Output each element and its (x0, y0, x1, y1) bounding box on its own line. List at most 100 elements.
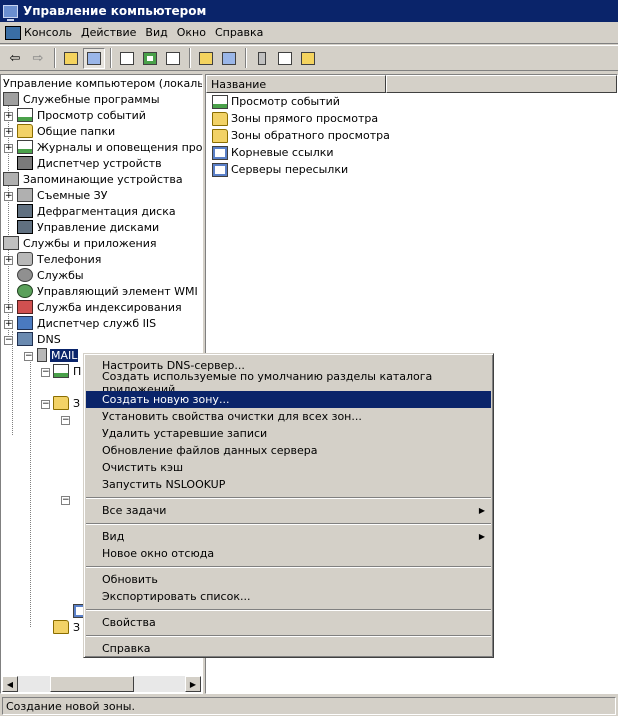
tree-item-child[interactable]: З (53, 395, 81, 411)
computer-management-icon (3, 4, 18, 21)
menu-item-export[interactable]: Экспортировать список... (86, 588, 491, 605)
tree-item-event-viewer[interactable]: Просмотр событий (17, 107, 147, 123)
tree-item-storage[interactable]: Запоминающие устройства (3, 171, 184, 187)
tree-horizontal-scrollbar[interactable]: ◀ ▶ (2, 676, 201, 692)
back-button[interactable]: ⇦ (4, 48, 26, 69)
tree-item-disk-management[interactable]: Управление дисками (17, 219, 160, 235)
refresh-icon (143, 51, 157, 65)
column-header-empty[interactable] (386, 75, 617, 93)
menu-item-scavenging[interactable]: Установить свойства очистки для всех зон… (86, 408, 491, 425)
menu-help[interactable]: Справка (212, 23, 269, 43)
list-item-label: Зоны прямого просмотра (231, 112, 379, 125)
menu-view[interactable]: Вид (142, 23, 173, 43)
menu-item-scavenge-stale[interactable]: Удалить устаревшие записи (86, 425, 491, 442)
list-item[interactable]: Корневые ссылки (206, 144, 617, 161)
tree-item-shared-folders[interactable]: Общие папки (17, 123, 116, 139)
tree-item-system-tools[interactable]: Служебные программы (3, 91, 161, 107)
folder-button[interactable] (297, 48, 319, 69)
forward-arrow-icon: ⇨ (32, 50, 44, 66)
show-tree-button[interactable] (83, 47, 105, 69)
tree-item-wmi[interactable]: Управляющий элемент WMI (17, 283, 199, 299)
tree-item-removable[interactable]: Съемные ЗУ (17, 187, 108, 203)
expand-toggle[interactable]: + (4, 144, 13, 153)
tree-item-child[interactable]: З (53, 619, 81, 635)
collapse-toggle[interactable]: − (41, 368, 50, 377)
action-pane-button[interactable] (218, 48, 240, 69)
scroll-thumb[interactable] (50, 676, 134, 692)
scroll-right-button[interactable]: ▶ (185, 676, 201, 692)
list-item[interactable]: Серверы пересылки (206, 161, 617, 178)
menu-console[interactable]: Консоль (2, 23, 78, 43)
toolbar: ⇦ ⇨ (0, 45, 618, 71)
tree-item-defrag[interactable]: Дефрагментация диска (17, 203, 177, 219)
tree-item-dns[interactable]: DNS (17, 331, 62, 347)
menu-item-refresh[interactable]: Обновить (86, 571, 491, 588)
dns-record-icon (212, 162, 228, 177)
expand-toggle[interactable]: + (4, 112, 13, 121)
menu-item-all-tasks[interactable]: Все задачи ▶ (86, 502, 491, 519)
collapse-toggle[interactable]: − (61, 496, 70, 505)
server-icon (258, 51, 266, 65)
tree-item-device-manager[interactable]: Диспетчер устройств (17, 155, 163, 171)
menu-item-view[interactable]: Вид ▶ (86, 528, 491, 545)
up-level-button[interactable] (60, 48, 82, 69)
menu-action[interactable]: Действие (78, 23, 142, 43)
scroll-left-button[interactable]: ◀ (2, 676, 18, 692)
context-menu: Настроить DNS-сервер... Создать использу… (83, 353, 494, 658)
collapse-toggle[interactable]: − (41, 400, 50, 409)
tree-item-indexing[interactable]: Служба индексирования (17, 299, 183, 315)
tree-label: З (73, 620, 81, 634)
system-tools-icon (3, 92, 19, 106)
help-button[interactable] (195, 48, 217, 69)
list-item[interactable]: Зоны прямого просмотра (206, 110, 617, 127)
collapse-toggle[interactable]: − (24, 352, 33, 361)
list-button[interactable] (274, 48, 296, 69)
list-icon (278, 51, 292, 65)
list-item-label: Зоны обратного просмотра (231, 129, 390, 142)
folder-icon (53, 620, 69, 634)
expand-toggle[interactable]: + (4, 192, 13, 201)
column-header-name[interactable]: Название (206, 75, 386, 93)
server-button[interactable] (251, 48, 273, 69)
list-item[interactable]: Просмотр событий (206, 93, 617, 110)
menu-item-new-zone[interactable]: Создать новую зону... (86, 391, 491, 408)
menu-item-create-partitions[interactable]: Создать используемые по умолчанию раздел… (86, 370, 491, 396)
dns-record-icon (212, 145, 228, 160)
tree-item-telephony[interactable]: Телефония (17, 251, 102, 267)
expand-toggle[interactable]: + (4, 256, 13, 265)
menu-item-label: Обновить (102, 573, 158, 586)
arrow-left-icon: ◀ (6, 679, 14, 689)
menu-item-clear-cache[interactable]: Очистить кэш (86, 459, 491, 476)
scroll-track[interactable] (18, 676, 185, 692)
refresh-button[interactable] (139, 48, 161, 69)
tree-item-logs-alerts[interactable]: Журналы и оповещения производительности (17, 139, 202, 155)
list-item[interactable]: Зоны обратного просмотра (206, 127, 617, 144)
list-header: Название (206, 75, 617, 93)
expand-toggle[interactable]: + (4, 128, 13, 137)
export-list-button[interactable] (162, 48, 184, 69)
tree-item-child[interactable]: П (53, 363, 82, 379)
menu-item-help[interactable]: Справка (86, 640, 491, 657)
collapse-toggle[interactable]: − (4, 336, 13, 345)
folder-icon (212, 128, 228, 143)
tree-label: Общие папки (37, 124, 116, 138)
menu-item-update-files[interactable]: Обновление файлов данных сервера (86, 442, 491, 459)
tree-item-services[interactable]: Службы (17, 267, 85, 283)
menu-window[interactable]: Окно (174, 23, 212, 43)
tree-item-services-apps[interactable]: Службы и приложения (3, 235, 157, 251)
expand-toggle[interactable]: + (4, 304, 13, 313)
submenu-arrow-icon: ▶ (478, 506, 485, 515)
collapse-toggle[interactable]: − (61, 416, 70, 425)
tree-label: Управляющий элемент WMI (37, 284, 198, 298)
tree-item-iis[interactable]: Диспетчер служб IIS (17, 315, 157, 331)
status-field: Создание новой зоны. (2, 697, 616, 715)
menu-item-nslookup[interactable]: Запустить NSLOOKUP (86, 476, 491, 493)
expand-toggle[interactable]: + (4, 320, 13, 329)
menu-item-properties[interactable]: Свойства (86, 614, 491, 631)
menu-item-new-window[interactable]: Новое окно отсюда (86, 545, 491, 562)
tree-item-root[interactable]: Управление компьютером (локальным) (2, 75, 202, 91)
tree-item-mail-server[interactable]: MAIL (37, 347, 80, 363)
services-apps-icon (3, 236, 19, 250)
properties-button[interactable] (116, 48, 138, 69)
forward-button[interactable]: ⇨ (27, 48, 49, 69)
